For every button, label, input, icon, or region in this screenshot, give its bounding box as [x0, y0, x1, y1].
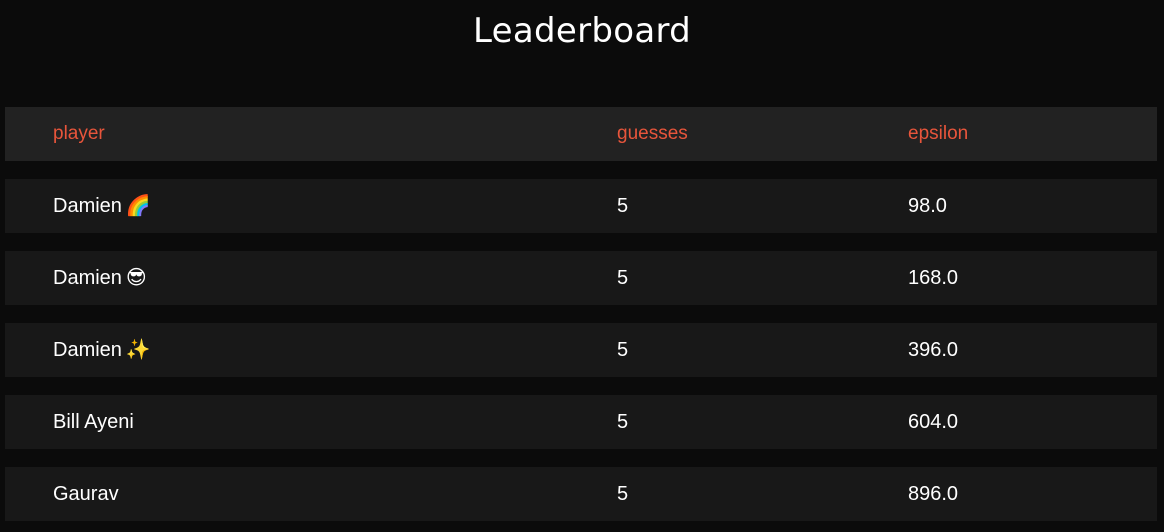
sparkles-emoji-icon: ✨: [125, 339, 151, 361]
guesses-cell: 5: [617, 483, 629, 505]
column-header-player[interactable]: player: [53, 107, 105, 161]
rainbow-emoji-icon: 🌈: [125, 195, 151, 217]
epsilon-cell: 168.0: [908, 267, 959, 289]
player-cell: Gaurav: [53, 467, 119, 521]
player-name: Damien: [53, 267, 122, 289]
sunglasses-emoji-icon: 😎: [125, 267, 147, 289]
player-name: Bill Ayeni: [53, 411, 134, 433]
table-row: Damien 😎 5 168.0: [5, 251, 1157, 305]
table-row: Damien 🌈 5 98.0: [5, 179, 1157, 233]
player-cell: Bill Ayeni: [53, 395, 134, 449]
table-row: Damien ✨ 5 396.0: [5, 323, 1157, 377]
leaderboard-table: player guesses epsilon Damien 🌈 5 98.0 Da…: [5, 107, 1157, 532]
leaderboard-page: Leaderboard player guesses epsilon Damie…: [0, 0, 1164, 532]
epsilon-cell: 396.0: [908, 339, 959, 361]
table-row: Bill Ayeni 5 604.0: [5, 395, 1157, 449]
guesses-cell: 5: [617, 195, 629, 217]
player-name: Damien: [53, 339, 122, 361]
guesses-cell: 5: [617, 411, 629, 433]
column-header-epsilon[interactable]: epsilon: [908, 107, 968, 161]
table-row: Gaurav 5 896.0: [5, 467, 1157, 521]
player-name: Gaurav: [53, 483, 119, 505]
table-header-row: player guesses epsilon: [5, 107, 1157, 161]
player-cell: Damien 😎: [53, 251, 147, 305]
page-title: Leaderboard: [472, 11, 692, 51]
epsilon-cell: 98.0: [908, 195, 947, 217]
epsilon-cell: 896.0: [908, 483, 959, 505]
guesses-cell: 5: [617, 267, 629, 289]
player-cell: Damien ✨: [53, 323, 151, 377]
player-cell: Damien 🌈: [53, 179, 151, 233]
column-header-guesses[interactable]: guesses: [617, 107, 688, 161]
player-name: Damien: [53, 195, 122, 217]
epsilon-cell: 604.0: [908, 411, 959, 433]
guesses-cell: 5: [617, 339, 629, 361]
